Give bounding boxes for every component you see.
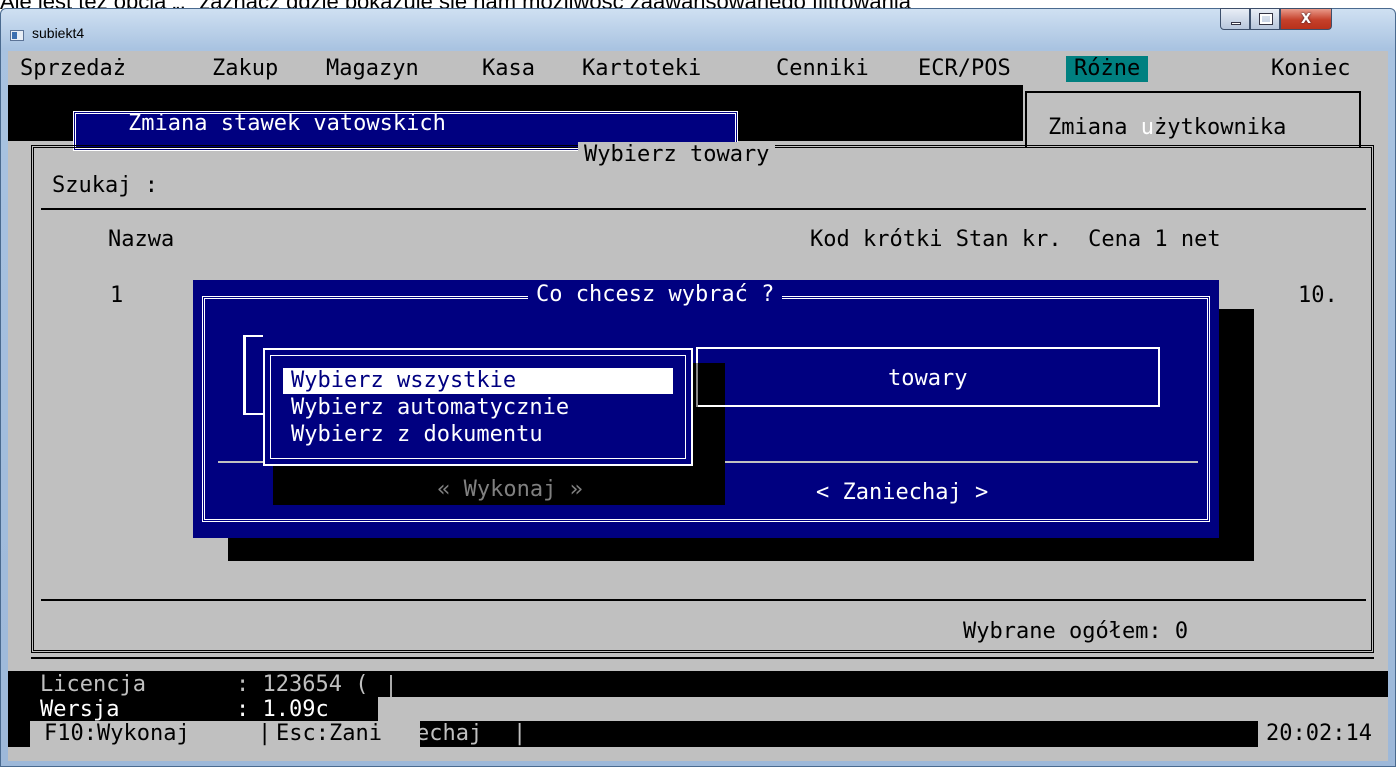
option-select-all[interactable]: Wybierz wszystkie: [283, 368, 673, 394]
esc-cancel-hint-tail: echaj: [416, 721, 483, 746]
column-header-name: Nazwa: [108, 227, 175, 252]
esc-cancel-hint[interactable]: Esc:Zani: [270, 721, 420, 747]
close-icon: X: [1300, 11, 1312, 27]
type-value: towary: [888, 366, 968, 391]
execute-button[interactable]: « Wykonaj »: [296, 477, 724, 505]
dialog-title: Co chcesz wybrać ?: [528, 282, 783, 308]
option-select-from-document[interactable]: Wybierz z dokumentu: [291, 422, 543, 448]
field-bracket: [243, 335, 263, 415]
menu-ecr-pos[interactable]: ECR/POS: [918, 56, 1011, 82]
window-title: subiekt4: [32, 25, 85, 41]
minimize-button[interactable]: [1220, 8, 1250, 30]
divider: [41, 599, 1366, 601]
menu-kartoteki[interactable]: Kartoteki: [582, 56, 701, 82]
menu-kasa[interactable]: Kasa: [482, 56, 535, 82]
menu-zakup[interactable]: Zakup: [212, 56, 278, 82]
dialog-shadow: [1218, 309, 1254, 561]
divider: [41, 208, 1366, 210]
table-row-price: 10.: [1298, 283, 1338, 308]
table-row-number[interactable]: 1: [110, 283, 123, 309]
app-icon: [10, 30, 24, 41]
search-label[interactable]: Szukaj :: [52, 173, 158, 199]
version-gap: [378, 697, 1388, 721]
maximize-icon: [1259, 13, 1273, 25]
clock: 20:02:14: [1258, 721, 1388, 747]
column-header-rest: Kod krótki Stan kr. Cena 1 net: [810, 227, 1221, 252]
close-button[interactable]: X: [1280, 8, 1332, 30]
version-value: : 1.09c: [236, 697, 329, 722]
menu-rozne[interactable]: Różne: [1066, 56, 1149, 82]
menu-bar: Sprzedaż Zakup Magazyn Kasa Kartoteki Ce…: [8, 51, 1388, 85]
minimize-icon: [1231, 22, 1241, 25]
panel-title: Wybierz towary: [578, 142, 776, 168]
selected-total: Wybrane ogółem: 0: [963, 619, 1189, 644]
change-user-item[interactable]: Zmiana użytkownika: [1048, 115, 1286, 141]
menu-cenniki[interactable]: Cenniki: [776, 56, 869, 82]
license-label: Licencja: [40, 672, 146, 697]
version-label: Wersja: [40, 697, 120, 722]
menu-magazyn[interactable]: Magazyn: [326, 56, 419, 82]
option-select-auto[interactable]: Wybierz automatycznie: [291, 395, 569, 421]
cancel-button[interactable]: < Zaniechaj >: [816, 480, 988, 506]
maximize-button[interactable]: [1250, 8, 1280, 30]
hint-separator: |: [513, 721, 527, 746]
menu-sprzedaz[interactable]: Sprzedaż: [20, 56, 126, 82]
license-value: : 123654 (: [236, 672, 369, 697]
vat-dialog-title: Zmiana stawek vatowskich: [128, 111, 446, 136]
f10-execute-hint[interactable]: F10:Wykonaj: [30, 721, 258, 747]
menu-koniec[interactable]: Koniec: [1271, 56, 1350, 82]
type-field-border: [696, 363, 722, 407]
console-area: Sprzedaż Zakup Magazyn Kasa Kartoteki Ce…: [8, 51, 1388, 761]
divider: [31, 657, 1374, 659]
